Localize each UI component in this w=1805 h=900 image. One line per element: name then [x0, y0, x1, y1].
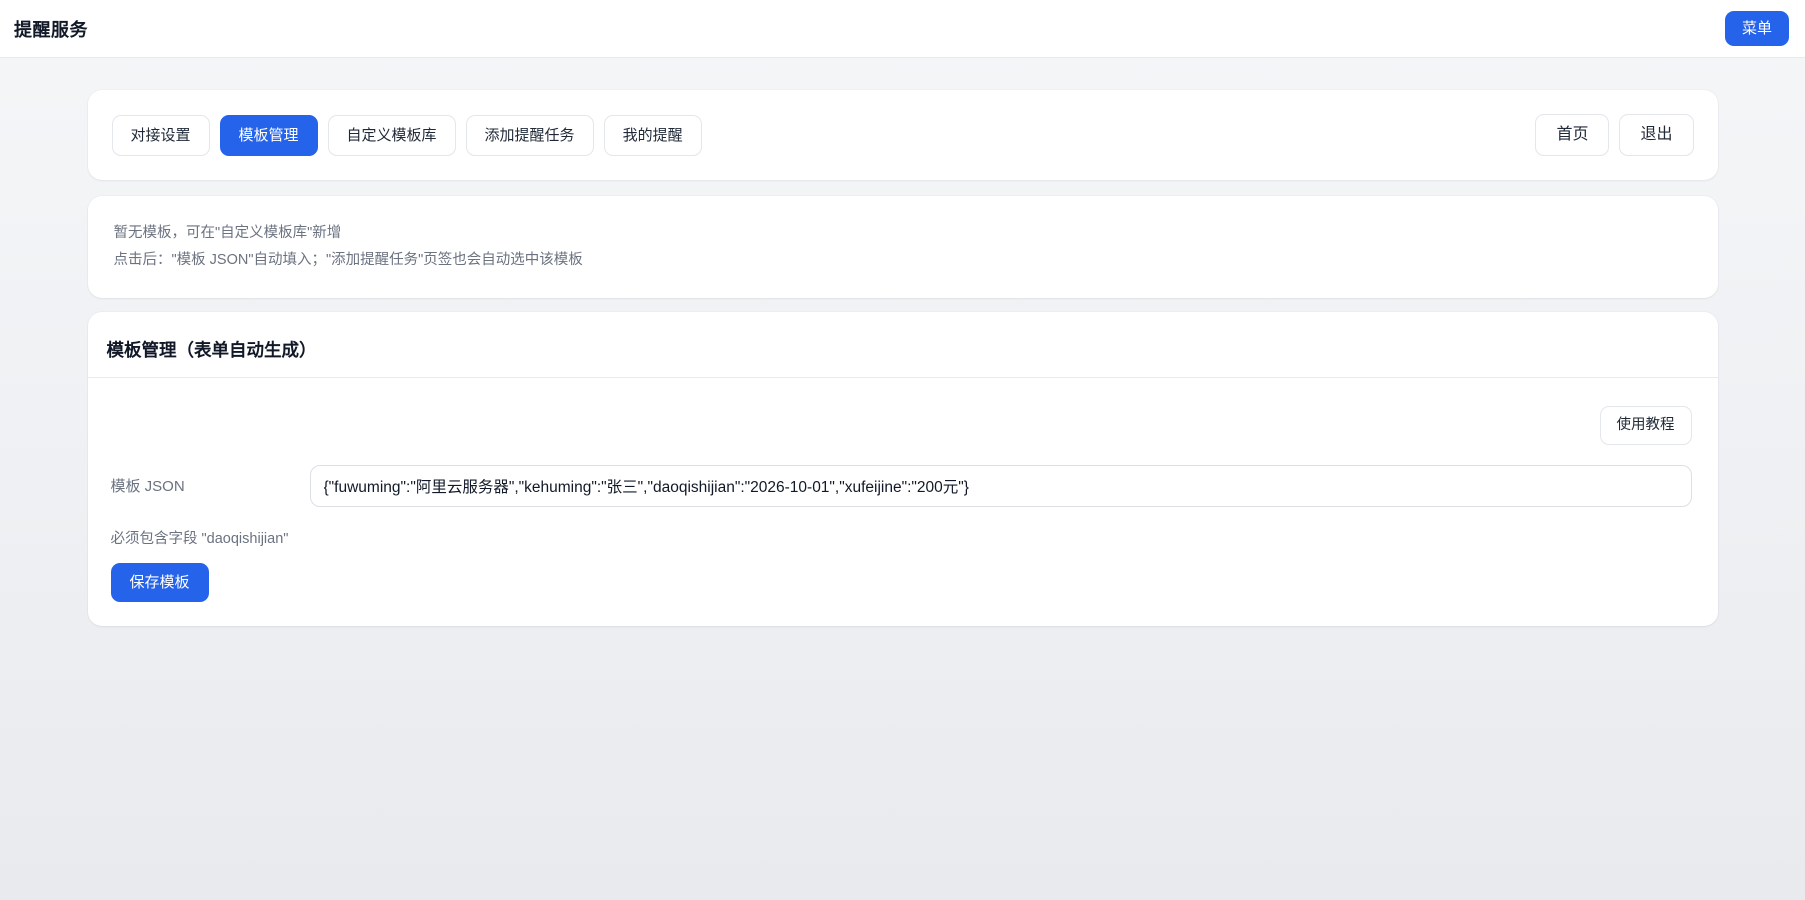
template-json-input[interactable] — [310, 465, 1692, 507]
nav-card: 对接设置 模板管理 自定义模板库 添加提醒任务 我的提醒 首页 退出 — [88, 90, 1718, 180]
template-json-label: 模板 JSON — [111, 475, 310, 496]
logout-button[interactable]: 退出 — [1619, 114, 1693, 156]
tab-connection-settings[interactable]: 对接设置 — [112, 115, 210, 156]
section-body: 使用教程 模板 JSON 必须包含字段 "daoqishijian" 保存模板 — [88, 378, 1718, 602]
notice-card: 暂无模板，可在"自定义模板库"新增 点击后："模板 JSON"自动填入；"添加提… — [88, 196, 1718, 298]
section-header: 模板管理（表单自动生成） — [88, 312, 1718, 377]
tutorial-button[interactable]: 使用教程 — [1600, 406, 1692, 445]
template-management-card: 模板管理（表单自动生成） 使用教程 模板 JSON 必须包含字段 "daoqis… — [88, 312, 1718, 626]
app-title: 提醒服务 — [14, 16, 88, 42]
notice-line-empty-template: 暂无模板，可在"自定义模板库"新增 — [114, 220, 1692, 247]
template-json-form-row: 模板 JSON — [111, 465, 1692, 507]
home-button[interactable]: 首页 — [1535, 114, 1609, 156]
required-field-helper-text: 必须包含字段 "daoqishijian" — [111, 527, 1692, 548]
page-content: 对接设置 模板管理 自定义模板库 添加提醒任务 我的提醒 首页 退出 暂无模板，… — [88, 58, 1718, 626]
tab-template-management[interactable]: 模板管理 — [220, 115, 318, 156]
notice-line-click-hint: 点击后："模板 JSON"自动填入；"添加提醒任务"页签也会自动选中该模板 — [114, 247, 1692, 274]
toolbar-row: 使用教程 — [111, 406, 1692, 445]
nav-right-group: 首页 退出 — [1535, 114, 1693, 156]
tab-group: 对接设置 模板管理 自定义模板库 添加提醒任务 我的提醒 — [112, 115, 702, 156]
tab-my-reminders[interactable]: 我的提醒 — [604, 115, 702, 156]
section-title: 模板管理（表单自动生成） — [107, 337, 1698, 362]
menu-button[interactable]: 菜单 — [1725, 11, 1789, 46]
tab-add-reminder-task[interactable]: 添加提醒任务 — [466, 115, 594, 156]
save-template-button[interactable]: 保存模板 — [111, 563, 209, 602]
app-header: 提醒服务 菜单 — [0, 0, 1805, 58]
tab-custom-template-library[interactable]: 自定义模板库 — [328, 115, 456, 156]
